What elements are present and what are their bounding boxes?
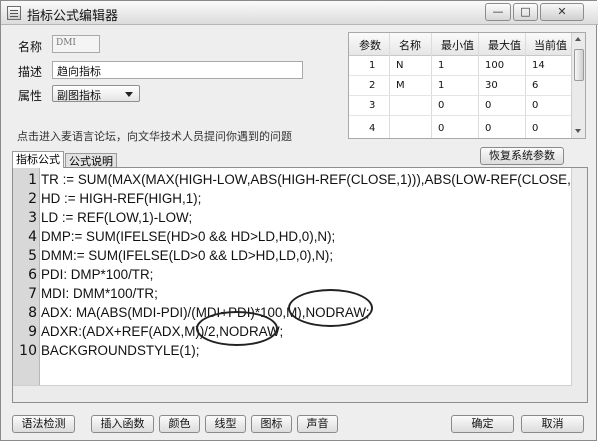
description-label: 描述 <box>18 65 43 79</box>
param-header-index: 参数 <box>359 39 381 52</box>
param-min[interactable]: 0 <box>438 100 444 111</box>
code-line[interactable]: TR := SUM(MAX(MAX(HIGH-LOW,ABS(HIGH-REF(… <box>41 172 587 187</box>
window-title: 指标公式编辑器 <box>27 9 119 24</box>
line-number: 3 <box>28 210 37 226</box>
line-number: 10 <box>19 343 37 359</box>
line-number: 9 <box>28 324 37 340</box>
param-name[interactable]: N <box>396 60 403 71</box>
editor-vertical-scrollbar[interactable] <box>571 168 587 402</box>
tab-formula-help[interactable]: 公式说明 <box>65 153 117 168</box>
param-max[interactable]: 100 <box>485 60 504 71</box>
param-current[interactable]: 0 <box>532 100 538 111</box>
param-name[interactable]: M <box>396 80 405 91</box>
line-number-gutter: 1 2 3 4 5 6 7 8 9 10 <box>13 168 40 402</box>
chevron-down-icon <box>125 92 133 97</box>
scroll-down-icon[interactable] <box>575 129 581 133</box>
scrollbar-thumb[interactable] <box>574 49 584 81</box>
nodraw-highlight-circle <box>288 289 373 327</box>
attribute-select-value: 副图指标 <box>57 89 101 102</box>
code-line[interactable]: MDI: DMM*100/TR; <box>41 286 158 301</box>
code-line[interactable]: HD := HIGH-REF(HIGH,1); <box>41 191 201 206</box>
description-field[interactable]: 趋向指标 <box>52 61 303 79</box>
line-type-button[interactable]: 线型 <box>205 415 246 433</box>
param-max[interactable]: 0 <box>485 123 491 134</box>
name-label: 名称 <box>18 40 43 54</box>
app-icon <box>7 6 21 20</box>
param-current[interactable]: 6 <box>532 80 538 91</box>
param-index: 4 <box>369 123 376 134</box>
code-line[interactable]: BACKGROUNDSTYLE(1); <box>41 343 199 358</box>
line-number: 4 <box>28 229 37 245</box>
forum-help-link[interactable]: 点击进入麦语言论坛，向文华技术人员提问你遇到的问题 <box>17 128 292 144</box>
param-min[interactable]: 0 <box>438 123 444 134</box>
formula-editor-window: 指标公式编辑器 — □ ✕ 名称 DMI 描述 趋向指标 属性 副图指标 点击进… <box>0 0 598 441</box>
editor-horizontal-scrollbar[interactable] <box>13 385 572 402</box>
line-number: 6 <box>28 267 37 283</box>
param-max[interactable]: 0 <box>485 100 491 111</box>
code-line[interactable]: PDI: DMP*100/TR; <box>41 267 153 282</box>
cancel-button[interactable]: 取消 <box>521 415 584 433</box>
param-min[interactable]: 1 <box>438 80 444 91</box>
param-header-min: 最小值 <box>441 39 474 52</box>
param-index: 1 <box>369 60 376 71</box>
parameter-table-scrollbar[interactable] <box>571 33 585 138</box>
param-header-max: 最大值 <box>488 39 521 52</box>
param-index: 3 <box>369 100 376 111</box>
color-button[interactable]: 颜色 <box>159 415 200 433</box>
parameter-table: 参数 名称 最小值 最大值 当前值 1 N 1 100 14 2 M 1 30 … <box>348 32 586 139</box>
icon-button[interactable]: 图标 <box>251 415 292 433</box>
title-bar[interactable]: 指标公式编辑器 — □ ✕ <box>1 1 598 25</box>
param-current[interactable]: 0 <box>532 123 538 134</box>
line-number: 7 <box>28 286 37 302</box>
ok-button[interactable]: 确定 <box>451 415 514 433</box>
formula-code-editor[interactable]: 1 2 3 4 5 6 7 8 9 10 TR := SUM(MAX(MAX(H… <box>12 167 588 403</box>
param-max[interactable]: 30 <box>485 80 498 91</box>
line-number: 5 <box>28 248 37 264</box>
maximize-button[interactable]: □ <box>513 3 538 21</box>
line-number: 2 <box>28 191 37 207</box>
line-number: 1 <box>28 172 37 188</box>
param-index: 2 <box>369 80 376 91</box>
nodraw-highlight-circle <box>196 311 278 346</box>
code-line[interactable]: LD := REF(LOW,1)-LOW; <box>41 210 192 225</box>
code-line[interactable]: DMP:= SUM(IFELSE(HD>0 && HD>LD,HD,0),N); <box>41 229 335 244</box>
syntax-check-button[interactable]: 语法检测 <box>12 415 75 433</box>
param-min[interactable]: 1 <box>438 60 444 71</box>
code-line[interactable]: DMM:= SUM(IFELSE(LD>0 && LD>HD,LD,0),N); <box>41 248 333 263</box>
insert-function-button[interactable]: 插入函数 <box>91 415 154 433</box>
scroll-up-icon[interactable] <box>575 37 581 41</box>
param-header-name: 名称 <box>399 39 421 52</box>
attribute-select[interactable]: 副图指标 <box>52 85 140 102</box>
line-number: 8 <box>28 305 37 321</box>
param-current[interactable]: 14 <box>532 60 545 71</box>
param-header-current: 当前值 <box>534 39 567 52</box>
close-button[interactable]: ✕ <box>540 3 584 21</box>
restore-system-params-button[interactable]: 恢复系统参数 <box>480 147 564 165</box>
sound-button[interactable]: 声音 <box>297 415 338 433</box>
name-field[interactable]: DMI <box>52 35 100 53</box>
minimize-button[interactable]: — <box>485 3 511 21</box>
attribute-label: 属性 <box>18 89 43 103</box>
tab-formula[interactable]: 指标公式 <box>12 151 64 168</box>
